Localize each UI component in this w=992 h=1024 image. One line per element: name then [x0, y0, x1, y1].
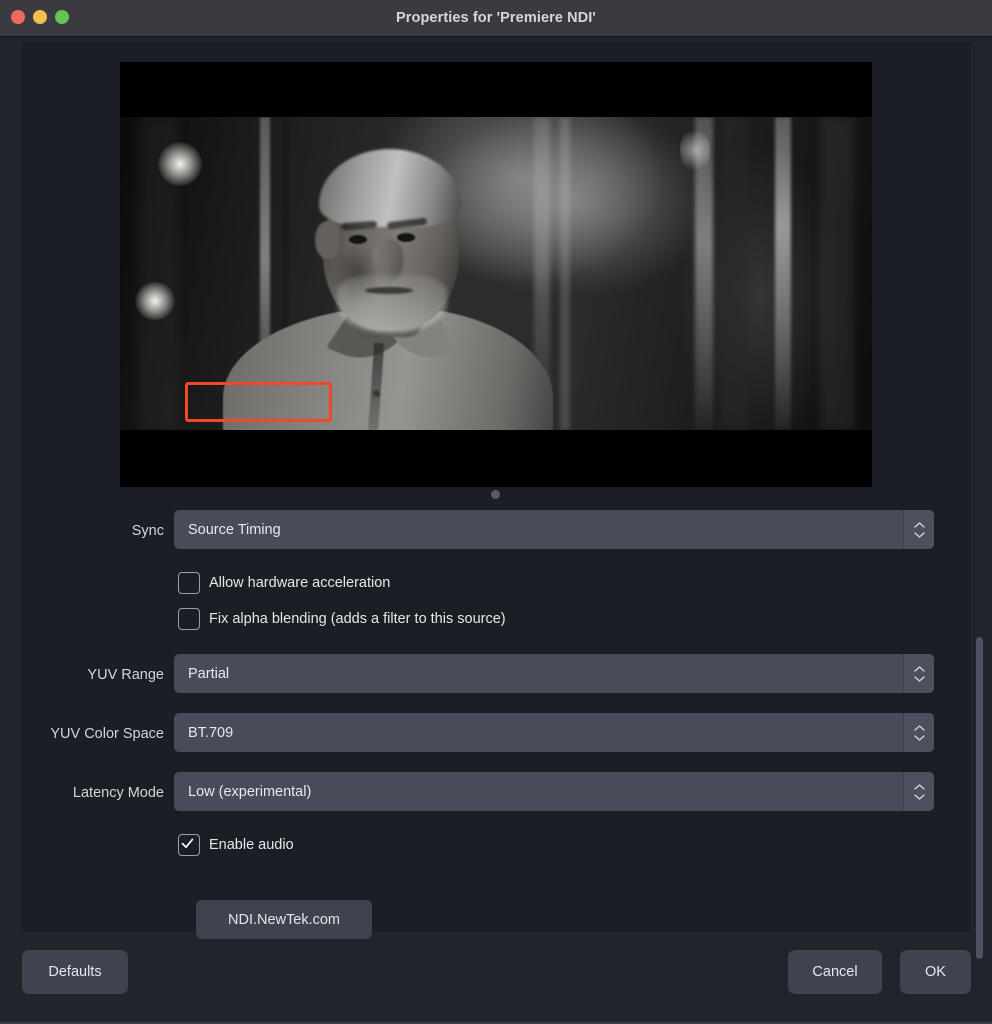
- lamp-light-1: [158, 142, 202, 186]
- subject-hair: [319, 149, 461, 227]
- chevron-up-icon: [913, 724, 925, 731]
- window-title: Properties for 'Premiere NDI': [396, 10, 596, 26]
- sync-value: Source Timing: [188, 521, 281, 538]
- chevron-down-icon: [913, 675, 925, 682]
- form-row-fix-alpha-blending: Fix alpha blending (adds a filter to thi…: [22, 605, 971, 641]
- yuv-range-value: Partial: [188, 665, 230, 682]
- form-row-latency-mode: Latency Mode Low (experimental): [22, 772, 971, 821]
- ndi-newtek-link-button[interactable]: NDI.NewTek.com: [196, 900, 372, 939]
- chevron-up-icon: [913, 521, 925, 528]
- chevron-up-icon: [913, 665, 925, 672]
- video-preview[interactable]: [120, 62, 872, 487]
- ok-button[interactable]: OK: [900, 950, 971, 994]
- background-dark-column-2: [720, 117, 748, 430]
- enable-audio-checkbox[interactable]: Enable audio: [174, 831, 298, 859]
- lamp-light-2: [135, 282, 175, 320]
- background-haze-right: [820, 117, 854, 430]
- chevron-up-icon: [913, 783, 925, 790]
- titlebar: Properties for 'Premiere NDI': [0, 0, 992, 37]
- form-row-allow-hardware-acceleration: Allow hardware acceleration: [22, 569, 971, 605]
- sync-label: Sync: [131, 523, 164, 539]
- letterbox-bar-top: [120, 62, 872, 117]
- enable-audio-label: Enable audio: [209, 837, 294, 853]
- subject-eye-left: [349, 235, 367, 244]
- subject-shirt-button: [373, 390, 380, 397]
- sync-dropdown[interactable]: Source Timing: [174, 510, 934, 549]
- letterbox-bar-bottom: [120, 430, 872, 487]
- checkbox-box-unchecked: [178, 608, 200, 630]
- yuv-color-space-label: YUV Color Space: [50, 726, 164, 742]
- chevron-down-icon: [913, 793, 925, 800]
- background-light-column-5: [775, 117, 791, 430]
- yuv-color-space-dropdown[interactable]: BT.709: [174, 713, 934, 752]
- form-scrollbar[interactable]: [973, 597, 985, 977]
- chevron-down-icon: [913, 734, 925, 741]
- checkbox-box-unchecked: [178, 572, 200, 594]
- form-row-sync: Sync Source Timing: [22, 510, 971, 559]
- dialog-content-panel: Sync Source Timing Allow hardware accele…: [22, 42, 983, 959]
- subject-person: [223, 147, 553, 430]
- latency-mode-value: Low (experimental): [188, 783, 312, 800]
- checkmark-icon: [181, 838, 194, 849]
- fix-alpha-blending-checkbox[interactable]: Fix alpha blending (adds a filter to thi…: [174, 605, 510, 633]
- latency-mode-dropdown[interactable]: Low (experimental): [174, 772, 934, 811]
- allow-hardware-acceleration-checkbox[interactable]: Allow hardware acceleration: [174, 569, 394, 597]
- sync-stepper[interactable]: [903, 510, 934, 549]
- form-row-yuv-color-space: YUV Color Space BT.709: [22, 713, 971, 762]
- subject-ear: [315, 221, 339, 259]
- defaults-button[interactable]: Defaults: [22, 950, 128, 994]
- form-scrollbar-thumb[interactable]: [976, 637, 983, 959]
- fix-alpha-blending-label: Fix alpha blending (adds a filter to thi…: [209, 611, 506, 627]
- form-row-enable-audio: Enable audio: [22, 831, 971, 867]
- form-row-yuv-range: YUV Range Partial: [22, 654, 971, 703]
- yuv-color-space-stepper[interactable]: [903, 713, 934, 752]
- dialog-footer: Defaults Cancel OK: [0, 944, 992, 1022]
- subject-beard: [337, 275, 447, 333]
- yuv-color-space-value: BT.709: [188, 724, 234, 741]
- subject-mouth: [365, 287, 413, 294]
- yuv-range-stepper[interactable]: [903, 654, 934, 693]
- allow-hardware-acceleration-label: Allow hardware acceleration: [209, 575, 391, 591]
- latency-mode-stepper[interactable]: [903, 772, 934, 811]
- yuv-range-label: YUV Range: [87, 667, 164, 683]
- properties-form: Sync Source Timing Allow hardware accele…: [22, 510, 971, 939]
- lamp-light-3: [680, 127, 710, 173]
- video-frame: [120, 62, 872, 487]
- chevron-down-icon: [913, 531, 925, 538]
- latency-mode-label: Latency Mode: [72, 785, 164, 801]
- video-image: [120, 117, 872, 430]
- preview-page-indicator-dot[interactable]: [491, 490, 500, 499]
- properties-dialog-window: Properties for 'Premiere NDI' Sync Sourc…: [0, 0, 992, 1024]
- checkbox-box-checked: [178, 834, 200, 856]
- cancel-button[interactable]: Cancel: [788, 950, 882, 994]
- subject-eye-right: [397, 233, 415, 242]
- yuv-range-dropdown[interactable]: Partial: [174, 654, 934, 693]
